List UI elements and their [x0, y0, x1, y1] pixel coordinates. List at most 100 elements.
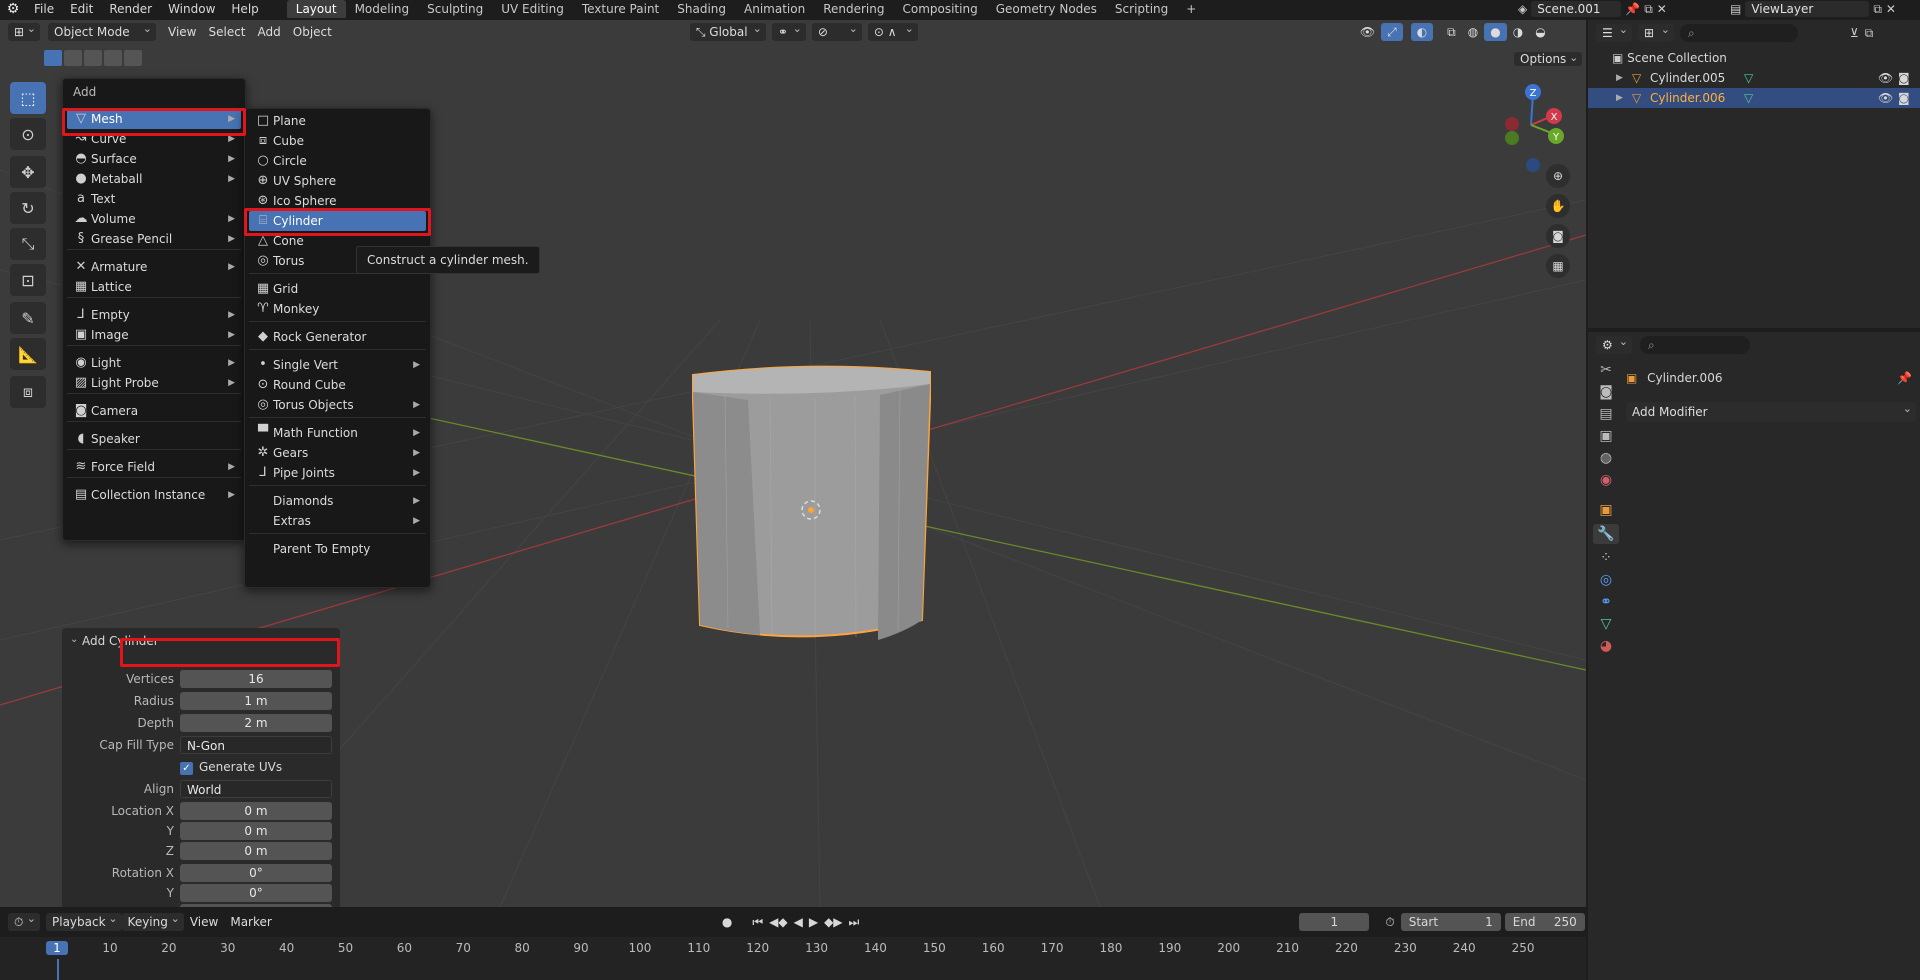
playback-menu[interactable]: Playback [46, 910, 122, 931]
eye-icon[interactable]: 👁 [1878, 68, 1893, 88]
add-menu-item-surface[interactable]: ◓ Surface ▶ [67, 149, 241, 169]
camera-render-icon[interactable]: ◙ [1898, 68, 1910, 88]
add-menu-item-image[interactable]: ▣ Image ▶ [67, 325, 241, 345]
add-menu-item-grease-pencil[interactable]: § Grease Pencil ▶ [67, 229, 241, 249]
pan-hand-icon[interactable]: ✋ [1546, 194, 1570, 218]
close-viewlayer-icon[interactable]: ✕ [1886, 2, 1896, 16]
object-tab-icon[interactable]: ▣ [1599, 502, 1612, 518]
overlay-icon[interactable]: ◐ [1410, 23, 1434, 41]
mesh-menu-item-uv-sphere[interactable]: ⊕ UV Sphere [249, 171, 426, 191]
menu-file[interactable]: File [26, 0, 62, 18]
particles-tab-icon[interactable]: ⁘ [1600, 550, 1612, 566]
location-x-field[interactable]: 0 m [180, 802, 332, 820]
blender-logo-icon[interactable]: ⚙ [0, 1, 26, 17]
outliner-editor-type-button[interactable]: ☰ [1596, 21, 1632, 42]
add-workspace-button[interactable]: + [1177, 0, 1205, 18]
pin-icon[interactable]: 📌 [1625, 2, 1640, 16]
eye-icon[interactable]: 👁 [1878, 88, 1893, 108]
tab-texture-paint[interactable]: Texture Paint [573, 0, 668, 18]
current-frame-field[interactable]: 1 [1299, 913, 1370, 931]
mesh-menu-item-diamonds[interactable]: Diamonds ▶ [249, 491, 426, 511]
add-menu-item-volume[interactable]: ☁ Volume ▶ [67, 209, 241, 229]
tab-layout[interactable]: Layout [286, 0, 346, 18]
options-dropdown[interactable]: Options [1514, 52, 1583, 66]
tool-tab-icon[interactable]: ✂ [1600, 362, 1612, 378]
play-reverse-icon[interactable]: ◀ [794, 915, 803, 929]
3d-viewport[interactable]: ⊞ Object Mode View Select Add Object ⤡ G… [0, 20, 1586, 907]
tab-rendering[interactable]: Rendering [814, 0, 893, 18]
keying-menu[interactable]: Keying [121, 910, 184, 931]
add-menu-item-empty[interactable]: ⅃ Empty ▶ [67, 305, 241, 325]
rendered-shading-icon[interactable]: ◒ [1529, 23, 1551, 41]
menu-help[interactable]: Help [223, 0, 266, 18]
mesh-menu-item-gears[interactable]: ✲ Gears ▶ [249, 443, 426, 463]
mesh-menu-item-monkey[interactable]: ♈ Monkey [249, 299, 426, 319]
physics-tab-icon[interactable]: ◎ [1600, 572, 1612, 588]
expand-arrow-icon[interactable]: ▶ [1616, 88, 1623, 108]
view-layer-tab-icon[interactable]: ▣ [1599, 428, 1612, 444]
add-menu-item-armature[interactable]: ✕ Armature ▶ [67, 257, 241, 277]
add-menu-item-lattice[interactable]: ▦ Lattice [67, 277, 241, 297]
transform-tool-icon[interactable]: ⊡ [10, 264, 46, 296]
mesh-menu-item-extras[interactable]: Extras ▶ [249, 511, 426, 531]
add-menu-item-light-probe[interactable]: ▨ Light Probe ▶ [67, 373, 241, 393]
viewlayer-selector[interactable]: ▤ ViewLayer ⧉ ✕ [1730, 0, 1896, 18]
mesh-menu-item-circle[interactable]: ○ Circle [249, 151, 426, 171]
gizmo-icon[interactable]: ⤢ [1381, 23, 1403, 41]
mesh-menu-item-math-function[interactable]: ▀ Math Function ▶ [249, 423, 426, 443]
cursor-tool-icon[interactable]: ⊙ [10, 118, 46, 150]
start-frame-field[interactable]: Start 1 [1400, 913, 1501, 931]
select-box-tool-icon[interactable]: ⬚ [10, 82, 46, 114]
tab-compositing[interactable]: Compositing [893, 0, 986, 18]
add-menu-item-curve[interactable]: ↝ Curve ▶ [67, 129, 241, 149]
mesh-menu-item-cube[interactable]: ⧈ Cube [249, 131, 426, 151]
mesh-menu-item-pipe-joints[interactable]: ⅃ Pipe Joints ▶ [249, 463, 426, 483]
select-subtract-icon[interactable] [84, 50, 102, 66]
timeline-editor-type-button[interactable]: ⏱ [8, 910, 40, 931]
close-scene-icon[interactable]: ✕ [1657, 2, 1667, 16]
tab-modeling[interactable]: Modeling [346, 0, 419, 18]
timeline-view-menu[interactable]: View [184, 913, 224, 931]
output-tab-icon[interactable]: ▤ [1599, 406, 1612, 422]
camera-render-icon[interactable]: ◙ [1898, 88, 1910, 108]
marker-menu[interactable]: Marker [224, 913, 277, 931]
panel-collapse-icon[interactable]: ⌄ [70, 634, 78, 645]
mesh-menu-item-plane[interactable]: □ Plane [249, 111, 426, 131]
prev-keyframe-icon[interactable]: ◀◆ [769, 915, 787, 929]
snap-dropdown[interactable]: ⊘ [811, 20, 862, 41]
menu-select[interactable]: Select [202, 23, 251, 41]
copy-viewlayer-icon[interactable]: ⧉ [1873, 2, 1882, 17]
next-keyframe-icon[interactable]: ◆▶ [824, 915, 842, 929]
tab-animation[interactable]: Animation [735, 0, 814, 18]
tab-sculpting[interactable]: Sculpting [418, 0, 492, 18]
xray-icon[interactable]: ⧉ [1441, 23, 1462, 41]
annotate-tool-icon[interactable]: ✎ [10, 302, 46, 334]
cap-fill-type-dropdown[interactable]: N-Gon [180, 736, 332, 754]
jump-start-icon[interactable]: ⏮ [752, 915, 763, 930]
z-field[interactable]: 0 m [180, 842, 332, 860]
jump-end-icon[interactable]: ⏭ [849, 915, 860, 930]
playhead[interactable] [57, 959, 59, 980]
menu-object[interactable]: Object [287, 23, 338, 41]
mesh-menu-item-torus-objects[interactable]: ◎ Torus Objects ▶ [249, 395, 426, 415]
select-extend-icon[interactable] [64, 50, 82, 66]
modifier-tab-icon[interactable]: 🔧 [1593, 524, 1619, 544]
menu-window[interactable]: Window [160, 0, 223, 18]
properties-editor-type-button[interactable]: ⚙ [1596, 333, 1632, 354]
tab-uv-editing[interactable]: UV Editing [492, 0, 573, 18]
camera-view-icon[interactable]: ◙ [1546, 224, 1570, 248]
play-icon[interactable]: ▶ [809, 915, 818, 929]
properties-search-field[interactable]: ⌕ [1640, 336, 1750, 354]
display-mode-button[interactable]: ⊞ [1638, 21, 1674, 42]
world-tab-icon[interactable]: ◉ [1600, 472, 1612, 488]
copy-scene-icon[interactable]: ⧉ [1644, 2, 1653, 17]
record-button[interactable]: ● [722, 915, 732, 929]
wireframe-shading-icon[interactable]: ◍ [1462, 23, 1484, 41]
add-menu-item-metaball[interactable]: ● Metaball ▶ [67, 169, 241, 189]
menu-add[interactable]: Add [252, 23, 287, 41]
add-menu-item-light[interactable]: ◉ Light ▶ [67, 353, 241, 373]
add-cube-tool-icon[interactable]: ⧈ [10, 376, 46, 408]
add-menu-item-text[interactable]: a Text [67, 189, 241, 209]
perspective-grid-icon[interactable]: ▦ [1546, 254, 1570, 278]
outliner-root[interactable]: ▣ Scene Collection [1612, 48, 1727, 68]
